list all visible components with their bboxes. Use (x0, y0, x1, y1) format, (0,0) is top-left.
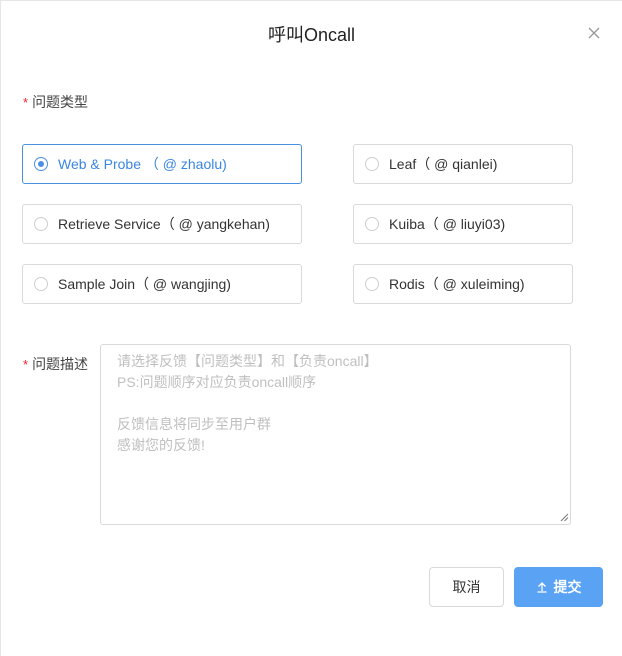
option-rodis[interactable]: Rodis（ @ xuleiming) (353, 264, 573, 304)
option-retrieve-service[interactable]: Retrieve Service（ @ yangkehan) (22, 204, 302, 244)
type-label: * 问题类型 (23, 92, 88, 113)
radio-unchecked-icon (365, 217, 379, 231)
option-label: Retrieve Service（ @ yangkehan) (58, 216, 270, 232)
option-label: Web & Probe （ @ zhaolu) (58, 156, 227, 172)
required-mark: * (23, 95, 29, 110)
upload-icon (536, 581, 548, 593)
radio-checked-icon (34, 157, 48, 171)
required-mark: * (23, 357, 29, 372)
desc-label-text: 问题描述 (32, 356, 89, 372)
option-kuiba[interactable]: Kuiba（ @ liuyi03) (353, 204, 573, 244)
type-label-text: 问题类型 (32, 94, 89, 110)
cancel-label: 取消 (452, 579, 481, 595)
oncall-dialog: 呼叫Oncall * 问题类型 Web & Probe （ @ zhaolu) L… (0, 0, 622, 656)
resize-grip-icon[interactable] (560, 513, 569, 522)
dialog-title: 呼叫Oncall (267, 25, 356, 45)
description-textarea[interactable] (100, 344, 571, 525)
submit-button[interactable]: 提交 (514, 567, 603, 607)
close-icon (588, 27, 600, 39)
option-label: Rodis（ @ xuleiming) (389, 276, 525, 292)
close-button[interactable] (586, 25, 602, 41)
option-web-probe[interactable]: Web & Probe （ @ zhaolu) (22, 144, 302, 184)
option-leaf[interactable]: Leaf（ @ qianlei) (353, 144, 573, 184)
radio-unchecked-icon (34, 217, 48, 231)
cancel-button[interactable]: 取消 (429, 567, 504, 607)
radio-unchecked-icon (34, 277, 48, 291)
option-label: Sample Join（ @ wangjing) (58, 276, 231, 292)
submit-label: 提交 (553, 579, 582, 595)
radio-unchecked-icon (365, 277, 379, 291)
option-sample-join[interactable]: Sample Join（ @ wangjing) (22, 264, 302, 304)
option-label: Kuiba（ @ liuyi03) (389, 216, 506, 232)
desc-label: * 问题描述 (23, 354, 88, 375)
option-label: Leaf（ @ qianlei) (389, 156, 498, 172)
radio-unchecked-icon (365, 157, 379, 171)
